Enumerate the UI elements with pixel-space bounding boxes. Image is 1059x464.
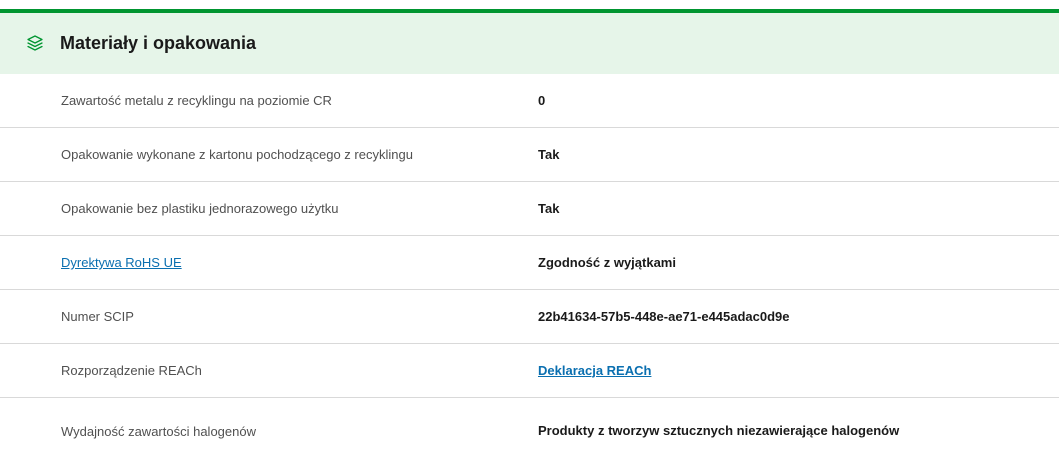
reach-declaration-container: Deklaracja REACh (538, 344, 918, 397)
attribute-value: 0 (538, 92, 546, 108)
table-row: Rozporządzenie REACh Deklaracja REACh (0, 344, 1059, 398)
table-row: Numer SCIP 22b41634-57b5-448e-ae71-e445a… (0, 290, 1059, 344)
table-row: Wydajność zawartości halogenów Produkty … (0, 398, 1059, 464)
rohs-directive-link-container: Dyrektywa RoHS UE (61, 236, 182, 289)
table-row: Opakowanie bez plastiku jednorazowego uż… (0, 182, 1059, 236)
table-row: Opakowanie wykonane z kartonu pochodzące… (0, 128, 1059, 182)
reach-declaration-link[interactable]: Deklaracja REACh (538, 363, 651, 379)
attribute-value: Produkty z tworzyw sztucznych niezawiera… (538, 423, 900, 438)
attribute-value: Tak (538, 146, 560, 162)
section-title: Materiały i opakowania (60, 33, 257, 53)
attribute-label: Opakowanie wykonane z kartonu pochodzące… (61, 147, 413, 162)
table-row: Zawartość metalu z recyklingu na poziomi… (0, 74, 1059, 128)
layers-icon (27, 35, 43, 51)
materials-packaging-panel: Materiały i opakowania Zawartość metalu … (0, 0, 1059, 462)
rohs-directive-link[interactable]: Dyrektywa RoHS UE (61, 255, 182, 270)
attribute-label: Rozporządzenie REACh (61, 363, 202, 378)
table-row: Dyrektywa RoHS UE Zgodność z wyjątkami (0, 236, 1059, 290)
attribute-label: Zawartość metalu z recyklingu na poziomi… (61, 93, 332, 108)
section-header[interactable]: Materiały i opakowania (0, 13, 1059, 74)
attribute-label: Opakowanie bez plastiku jednorazowego uż… (61, 201, 339, 216)
attribute-label: Wydajność zawartości halogenów (61, 423, 256, 439)
scip-number-value: 22b41634-57b5-448e-ae71-e445adac0d9e (538, 308, 790, 324)
attribute-value: Zgodność z wyjątkami (538, 254, 676, 270)
attributes-table: Zawartość metalu z recyklingu na poziomi… (0, 74, 1059, 464)
attribute-value: Tak (538, 200, 560, 216)
attribute-label: Numer SCIP (61, 309, 134, 324)
